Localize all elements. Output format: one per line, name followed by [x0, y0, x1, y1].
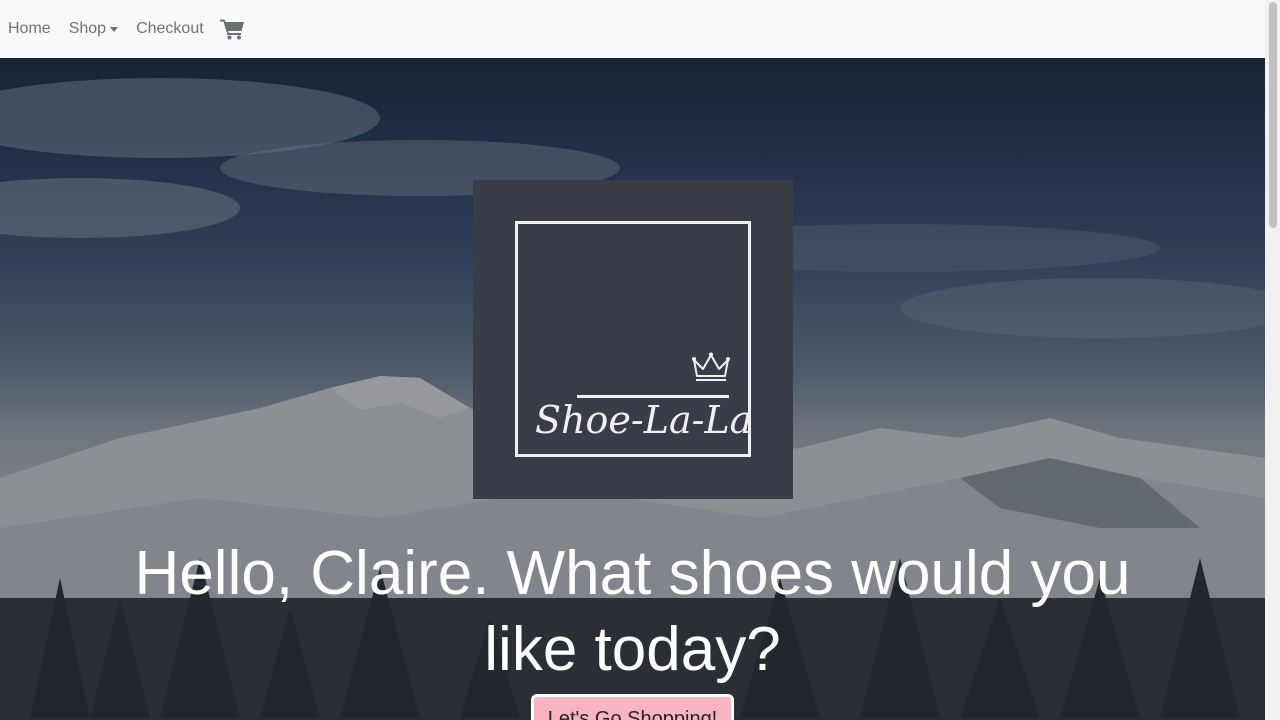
brand-logo: Shoe-La-La: [473, 180, 793, 499]
navbar: Home Shop Checkout: [0, 0, 1265, 58]
shopping-cart-icon[interactable]: [219, 18, 245, 40]
hero-headline: Hello, Claire. What shoes would you like…: [134, 539, 1131, 684]
scrollbar-thumb[interactable]: [1269, 2, 1277, 228]
hero-section: Shoe-La-La Hello, Claire. What shoes wou…: [0, 58, 1265, 720]
page-scrollbar[interactable]: [1265, 0, 1280, 720]
lets-go-shopping-button[interactable]: Let's Go Shopping!: [531, 694, 734, 720]
nav-shop-dropdown[interactable]: Shop: [68, 20, 119, 38]
logo-text: Shoe-La-La: [535, 398, 753, 442]
nav-shop-label: Shop: [68, 20, 107, 37]
nav-checkout-link[interactable]: Checkout: [136, 20, 204, 38]
nav-home-link[interactable]: Home: [8, 20, 51, 38]
crown-icon: [692, 352, 730, 381]
chevron-down-icon: [110, 26, 119, 32]
